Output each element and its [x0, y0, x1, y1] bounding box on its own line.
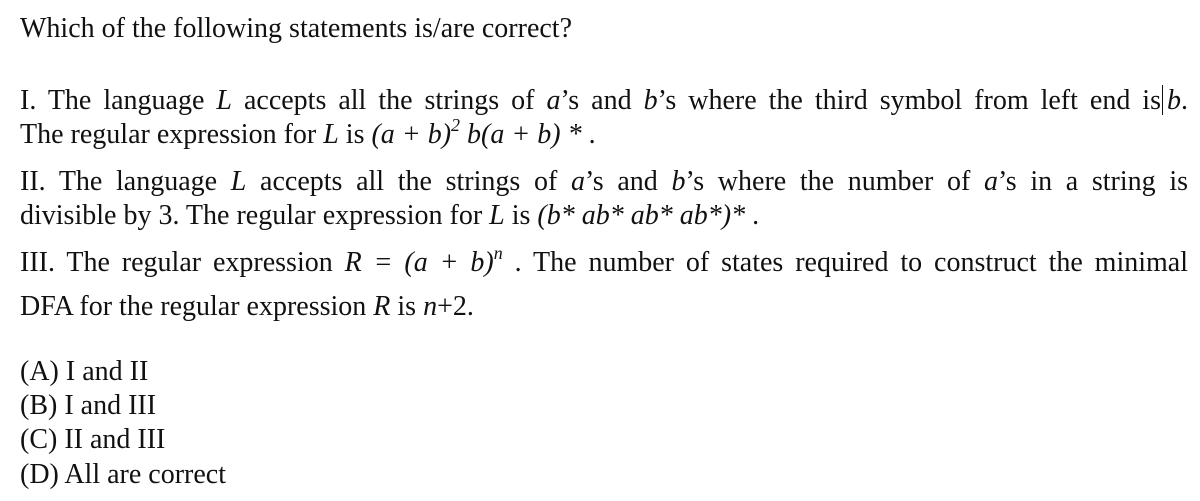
math-var: a	[983, 166, 998, 197]
question-title: Which of the following statements is/are…	[20, 13, 573, 44]
option-text: I and III	[57, 390, 157, 421]
regex-part: R = (a + b)	[344, 247, 494, 278]
statement-3-line-2: DFA for the regular expression R is n+2.	[20, 290, 474, 324]
math-var: L	[216, 85, 232, 116]
math-var: R	[373, 291, 391, 322]
text: The language	[36, 85, 217, 116]
text: .	[1180, 85, 1188, 116]
option-label: (A)	[20, 356, 59, 387]
statement-2-line-2: divisible by 3. The regular expression f…	[20, 199, 759, 233]
text-cursor	[1161, 85, 1163, 115]
option-label: (C)	[20, 424, 58, 455]
math-var: b	[671, 166, 686, 197]
regex-exponent: n	[493, 242, 503, 263]
text: ’s where the third symbol from left end …	[657, 85, 1161, 116]
math-var: L	[323, 119, 339, 150]
statement-number: III.	[20, 247, 55, 278]
option-text: All are correct	[58, 459, 226, 490]
math-var: n	[423, 291, 438, 322]
regex-expression: (a + b)2 b(a + b) *	[371, 116, 582, 150]
text: The regular expression for	[20, 119, 324, 150]
text: The language	[45, 166, 231, 197]
text: is	[338, 119, 372, 150]
text: is	[504, 200, 538, 231]
text: ’s in a string is	[997, 166, 1189, 197]
text: ’s and	[560, 85, 644, 116]
statement-number: I.	[20, 85, 37, 116]
text: ’s where the number of	[685, 166, 984, 197]
text: DFA for the regular expression	[20, 291, 374, 322]
text: divisible by 3. The regular expression f…	[20, 200, 490, 231]
regex-part: (a + b)	[371, 119, 452, 150]
text: ’s and	[585, 166, 672, 197]
math-var: b	[1166, 85, 1181, 116]
text: is	[390, 291, 424, 322]
option-label: (D)	[20, 459, 59, 490]
text: . The number of states required to const…	[502, 247, 1188, 278]
statement-1-line-2: The regular expression for L is (a + b)2…	[20, 116, 596, 152]
regex-exponent: 2	[451, 114, 461, 135]
math-var: a	[571, 166, 585, 197]
regex-expression: (b* ab* ab* ab*)*	[537, 200, 746, 231]
math-var: L	[489, 200, 505, 231]
statement-number: II.	[20, 166, 46, 197]
text: .	[581, 119, 596, 150]
math-var: a	[546, 85, 561, 116]
statement-2-line-1: II. The language L accepts all the strin…	[20, 165, 1188, 199]
statement-1-line-1: I. The language L accepts all the string…	[20, 84, 1188, 118]
option-text: II and III	[57, 424, 166, 455]
option-b[interactable]: (B) I and III	[20, 389, 156, 423]
regex-part: b(a + b) *	[460, 119, 582, 150]
regex-expression: R = (a + b)n	[344, 244, 503, 278]
text: .	[745, 200, 760, 231]
text: accepts all the strings of	[231, 85, 547, 116]
option-d[interactable]: (D) All are correct	[20, 458, 226, 492]
math-var: b	[643, 85, 658, 116]
option-a[interactable]: (A) I and II	[20, 355, 148, 389]
option-c[interactable]: (C) II and III	[20, 423, 165, 457]
text: The regular expression	[54, 247, 345, 278]
math-var: L	[230, 166, 247, 197]
statement-3-line-1: III. The regular expression R = (a + b)n…	[20, 244, 1188, 280]
text: accepts all the strings of	[246, 166, 571, 197]
option-label: (B)	[20, 390, 58, 421]
text: +2.	[437, 291, 474, 322]
option-text: I and II	[58, 356, 149, 387]
